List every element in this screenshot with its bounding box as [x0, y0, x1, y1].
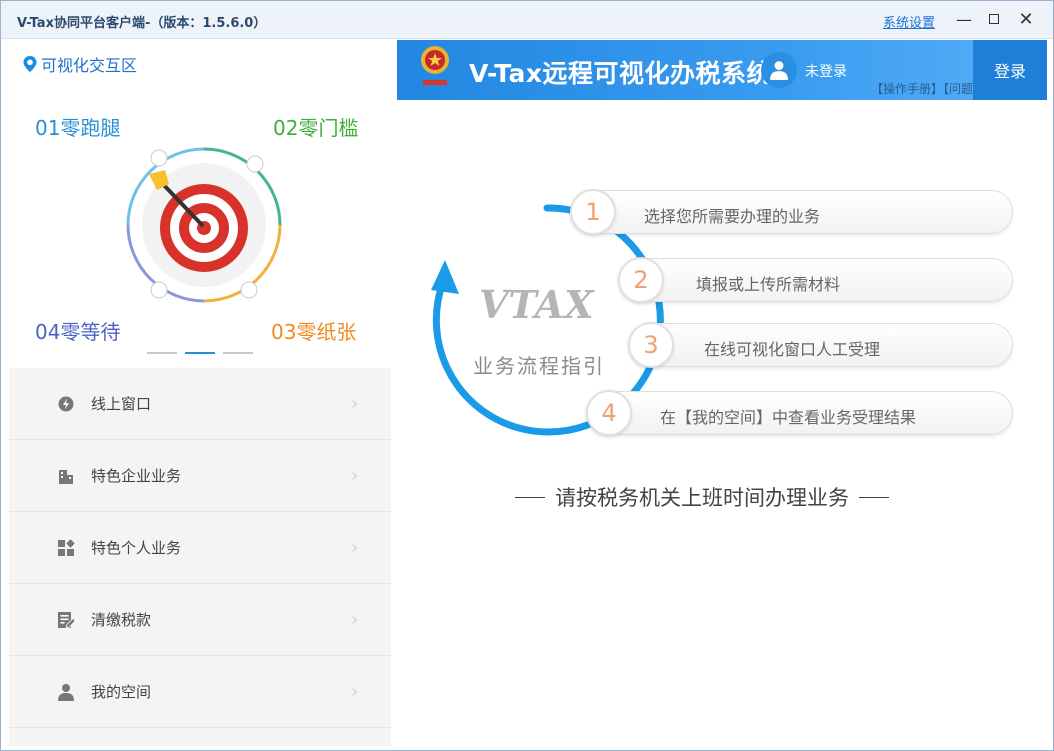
header-banner: V-Tax远程可视化办税系统 未登录 【操作手册】【问题 登录 [397, 40, 1047, 100]
working-hours-notice: 请按税务机关上班时间办理业务 [515, 482, 889, 512]
building-icon [57, 467, 75, 485]
manual-links[interactable]: 【操作手册】【问题 [871, 80, 975, 97]
window-title: V-Tax协同平台客户端-（版本：1.5.6.0） [17, 16, 267, 31]
chevron-right-icon: › [351, 537, 359, 558]
vtax-logo: VTAX [479, 282, 594, 327]
notice-text: 请按税务机关上班时间办理业务 [555, 486, 849, 510]
step-text: 填报或上传所需材料 [696, 275, 841, 294]
user-icon [57, 683, 75, 701]
visual-area-title-text: 可视化交互区 [41, 56, 138, 75]
menu-item-tax-payment[interactable]: 清缴税款 › [9, 584, 391, 656]
menu-label: 我的空间 [91, 683, 152, 701]
target-illustration [126, 147, 282, 303]
step-number: 4 [586, 390, 632, 436]
location-pin-icon [23, 56, 37, 72]
system-settings-link[interactable]: 系统设置 [883, 12, 935, 31]
carousel-dot-active[interactable] [185, 352, 215, 354]
maximize-icon [989, 14, 999, 24]
menu-label: 清缴税款 [91, 611, 152, 629]
close-button[interactable]: ✕ [1015, 9, 1037, 31]
carousel-indicators [147, 352, 253, 354]
avatar-user-icon [770, 61, 788, 80]
step-text: 选择您所需要办理的业务 [644, 207, 821, 226]
flow-step-4: 4 在【我的空间】中查看业务受理结果 [586, 390, 1013, 436]
flow-step-2: 2 填报或上传所需材料 [618, 257, 1013, 303]
divider [515, 496, 545, 498]
step-text: 在线可视化窗口人工受理 [704, 340, 881, 359]
label-zero-waiting: 04零等待 [35, 320, 121, 344]
left-panel: 可视化交互区 01零跑腿 02零门槛 04零等待 03零纸张 线上窗口 › 特色… [9, 40, 391, 746]
menu-item-my-space[interactable]: 我的空间 › [9, 656, 391, 728]
carousel-dot[interactable] [223, 352, 253, 354]
chevron-right-icon: › [351, 465, 359, 486]
step-number: 3 [628, 322, 674, 368]
visual-interaction-area: 可视化交互区 01零跑腿 02零门槛 04零等待 03零纸张 [9, 40, 391, 368]
main-menu: 线上窗口 › 特色企业业务 › 特色个人业务 › 清缴税款 › 我的空间 › [9, 368, 391, 746]
edit-document-icon [57, 611, 75, 629]
lightning-icon [57, 395, 75, 413]
flow-step-3: 3 在线可视化窗口人工受理 [628, 322, 1013, 368]
label-zero-paper: 03零纸张 [271, 320, 357, 344]
menu-label: 特色个人业务 [91, 539, 182, 557]
menu-item-online-window[interactable]: 线上窗口 › [9, 368, 391, 440]
divider [859, 496, 889, 498]
menu-item-enterprise-business[interactable]: 特色企业业务 › [9, 440, 391, 512]
flow-guide-title: 业务流程指引 [473, 354, 605, 378]
step-number: 1 [570, 189, 616, 235]
title-bar: V-Tax协同平台客户端-（版本：1.5.6.0） 系统设置 — ✕ [1, 1, 1053, 39]
app-window: V-Tax协同平台客户端-（版本：1.5.6.0） 系统设置 — ✕ 可视化交互… [0, 0, 1054, 751]
login-button[interactable]: 登录 [973, 40, 1047, 100]
grid-icon [57, 538, 75, 557]
visual-area-title: 可视化交互区 [23, 52, 137, 76]
app-banner-title: V-Tax远程可视化办税系统 [469, 59, 773, 88]
menu-item-personal-business[interactable]: 特色个人业务 › [9, 512, 391, 584]
step-text: 在【我的空间】中查看业务受理结果 [660, 408, 917, 427]
carousel-dot[interactable] [147, 352, 177, 354]
label-zero-threshold: 02零门槛 [273, 116, 359, 140]
flow-step-1: 1 选择您所需要办理的业务 [570, 189, 1013, 235]
label-zero-running: 01零跑腿 [35, 116, 121, 140]
tax-emblem-icon [421, 46, 449, 85]
menu-label: 线上窗口 [91, 395, 152, 413]
login-status: 未登录 [805, 64, 847, 80]
right-panel: V-Tax远程可视化办税系统 未登录 【操作手册】【问题 登录 VTAX 业务流… [397, 40, 1047, 746]
menu-label: 特色企业业务 [91, 467, 182, 485]
minimize-button[interactable]: — [953, 9, 975, 31]
step-number: 2 [618, 257, 664, 303]
chevron-right-icon: › [351, 393, 359, 414]
user-avatar[interactable] [761, 52, 797, 88]
chevron-right-icon: › [351, 609, 359, 630]
maximize-button[interactable] [983, 9, 1005, 31]
chevron-right-icon: › [351, 681, 359, 702]
